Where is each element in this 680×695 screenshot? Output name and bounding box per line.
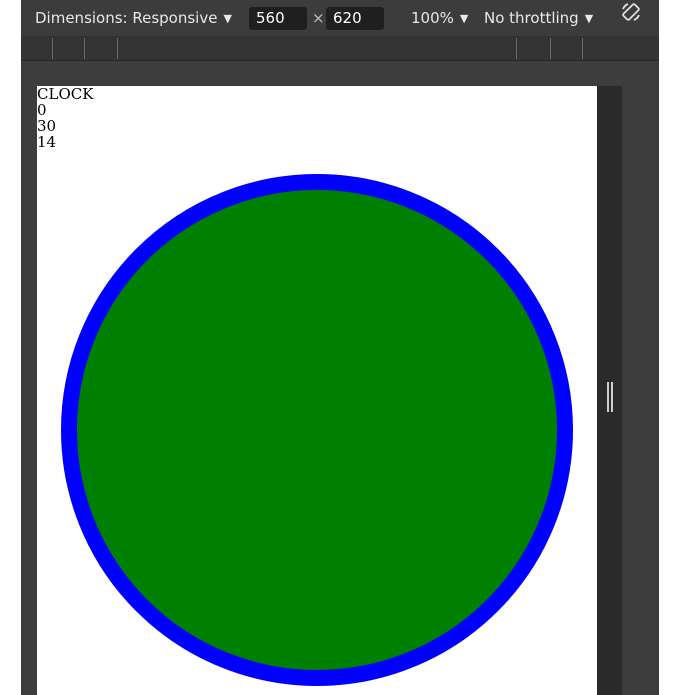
zoom-label: 100% — [411, 9, 454, 27]
ruler-tick — [117, 38, 118, 59]
dimensions-dropdown[interactable]: Dimensions: Responsive ▼ — [35, 0, 232, 36]
throttling-label: No throttling — [484, 9, 579, 27]
rotate-icon — [622, 3, 640, 21]
value-line-2: 30 — [37, 117, 57, 135]
grip-line — [611, 382, 613, 412]
chevron-down-icon: ▼ — [459, 12, 469, 25]
emulated-page: CLOCK 0 30 14 — [37, 86, 597, 695]
right-margin — [659, 0, 680, 695]
ruler-tick — [582, 38, 583, 59]
chevron-down-icon: ▼ — [584, 12, 594, 25]
page-heading: CLOCK — [37, 86, 94, 103]
width-input[interactable]: 560 — [249, 7, 307, 30]
clock-circle — [61, 174, 573, 686]
ruler-tick — [550, 38, 551, 59]
times-separator: × — [312, 9, 325, 27]
grip-line — [607, 382, 609, 412]
resize-handle[interactable] — [597, 86, 622, 695]
value-line-3: 14 — [37, 133, 57, 151]
value-line-1: 0 — [37, 101, 47, 119]
rotate-button[interactable] — [619, 0, 643, 36]
ruler-tick — [84, 38, 85, 59]
page-text: CLOCK 0 30 14 — [37, 86, 93, 150]
height-input[interactable]: 620 — [326, 7, 384, 30]
dimensions-label: Dimensions: Responsive — [35, 9, 218, 27]
clock-face — [61, 174, 573, 686]
zoom-dropdown[interactable]: 100% ▼ — [411, 0, 468, 36]
throttling-dropdown[interactable]: No throttling ▼ — [484, 0, 593, 36]
media-query-bar — [21, 36, 659, 61]
device-toolbar: Dimensions: Responsive ▼ 560 × 620 100% ▼ … — [21, 0, 659, 36]
ruler-tick — [516, 38, 517, 59]
left-margin — [0, 0, 21, 695]
chevron-down-icon: ▼ — [223, 12, 232, 25]
ruler-tick — [52, 38, 53, 59]
